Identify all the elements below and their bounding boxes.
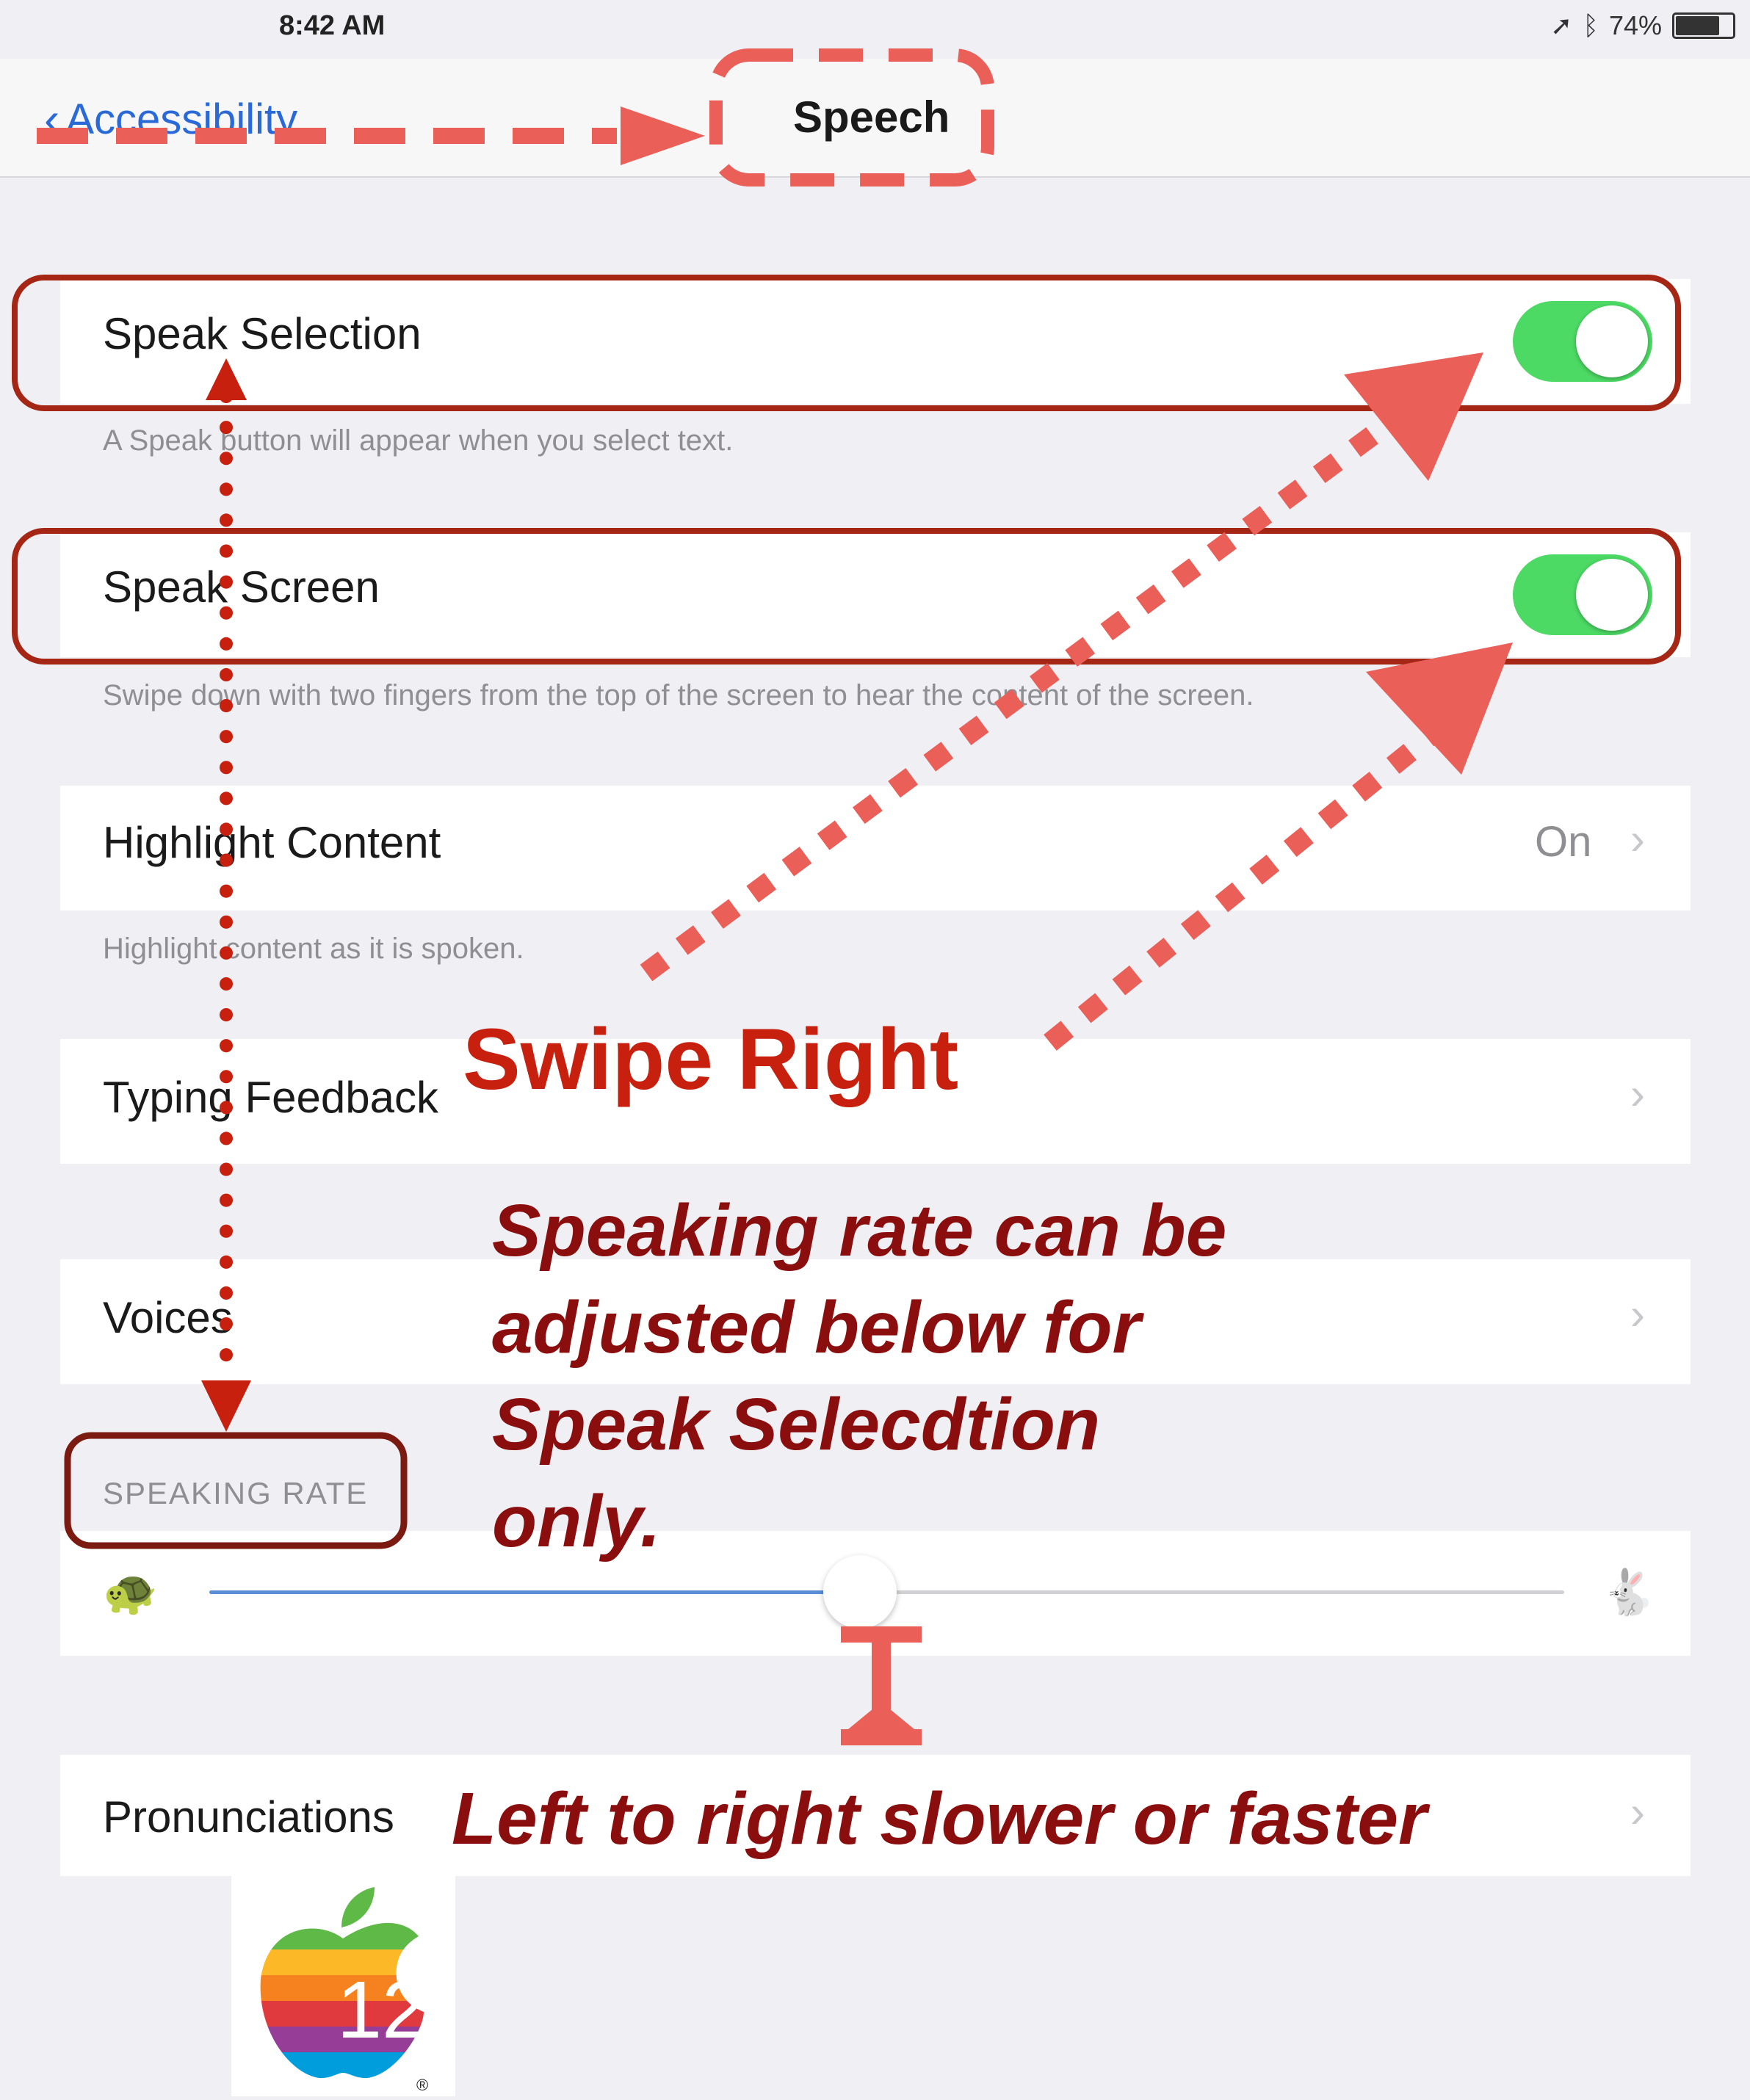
rate-note-line-2: adjusted below for: [492, 1286, 1141, 1369]
ibeam-bottom: [841, 1729, 922, 1745]
swipe-right-annotation: Swipe Right: [463, 1011, 959, 1108]
ibeam-flare: [848, 1702, 914, 1729]
rate-note-line-3: Speak Selecdtion: [492, 1383, 1101, 1466]
rate-note-line-1: Speaking rate can be: [492, 1190, 1227, 1272]
rate-note-line-4: only.: [492, 1480, 661, 1563]
arrow-down-head: [201, 1380, 251, 1432]
slider-note-annotation: Left to right slower or faster: [452, 1778, 1427, 1860]
title-dashed-box: [709, 48, 994, 187]
dotted-diagonal-arrow-2: [1044, 726, 1439, 1051]
speak-screen-highlight-box: [12, 528, 1681, 665]
speaking-rate-highlight-box: [64, 1432, 408, 1549]
arrow-up-head: [206, 358, 247, 400]
dashed-arrow-head: [621, 106, 705, 165]
diagonal-arrow-head-1: [1344, 352, 1483, 481]
logo-registered-mark: ®: [416, 2076, 428, 2094]
rate-note-annotation: Speaking rate can be adjusted below for …: [492, 1182, 1226, 1570]
dotted-diagonal-arrow-1: [640, 399, 1417, 982]
ibeam-top: [841, 1626, 922, 1643]
